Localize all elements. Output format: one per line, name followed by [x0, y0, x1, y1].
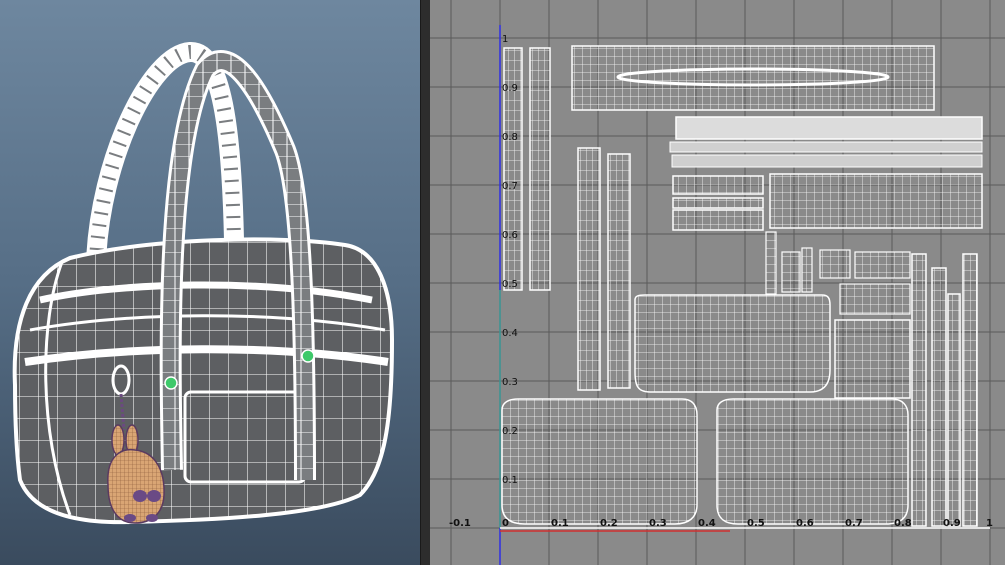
- u-tick-label: 0.1: [551, 518, 569, 529]
- bag-wireframe-view: [12, 42, 395, 525]
- u-tick-label: 0.6: [796, 518, 814, 529]
- u-tick-label: 0.9: [943, 518, 961, 529]
- u-tick-label: 1: [986, 518, 993, 529]
- v-tick-label: 0.8: [502, 132, 518, 143]
- u-tick-label: -0.1: [449, 518, 471, 529]
- v-tick-label: 0.6: [502, 230, 518, 241]
- v-tick-label: 0.2: [502, 426, 518, 437]
- uv-shells[interactable]: [501, 45, 983, 527]
- u-tick-label: 0.5: [747, 518, 765, 529]
- uv-editor-viewport[interactable]: 1 0.9 0.8 0.7 0.6 0.5 0.4 0.3 0.2 0.1 -0.1 0 0.1 0.2…: [430, 0, 1005, 565]
- u-tick-label: 0.2: [600, 518, 618, 529]
- v-tick-label: 0.1: [502, 475, 518, 486]
- v-tick-label: 0.4: [502, 328, 518, 339]
- u-tick-label: 0.7: [845, 518, 863, 529]
- v-tick-label: 0.3: [502, 377, 518, 388]
- v-tick-label: 0.5: [502, 279, 518, 290]
- u-tick-label: 0.4: [698, 518, 716, 529]
- v-tick-label: 0.9: [502, 83, 518, 94]
- u-tick-label: 0.8: [894, 518, 912, 529]
- u-tick-label: 0.3: [649, 518, 667, 529]
- perspective-viewport[interactable]: [0, 0, 420, 565]
- pivot-marker-left: [164, 376, 178, 390]
- pivot-marker-right: [301, 349, 315, 363]
- u-tick-label: 0: [502, 518, 509, 529]
- uv-layout-view: 1 0.9 0.8 0.7 0.6 0.5 0.4 0.3 0.2 0.1 -0.1 0 0.1 0.2…: [430, 0, 1005, 565]
- v-tick-label: 0.7: [502, 181, 518, 192]
- v-tick-label: 1: [502, 34, 508, 45]
